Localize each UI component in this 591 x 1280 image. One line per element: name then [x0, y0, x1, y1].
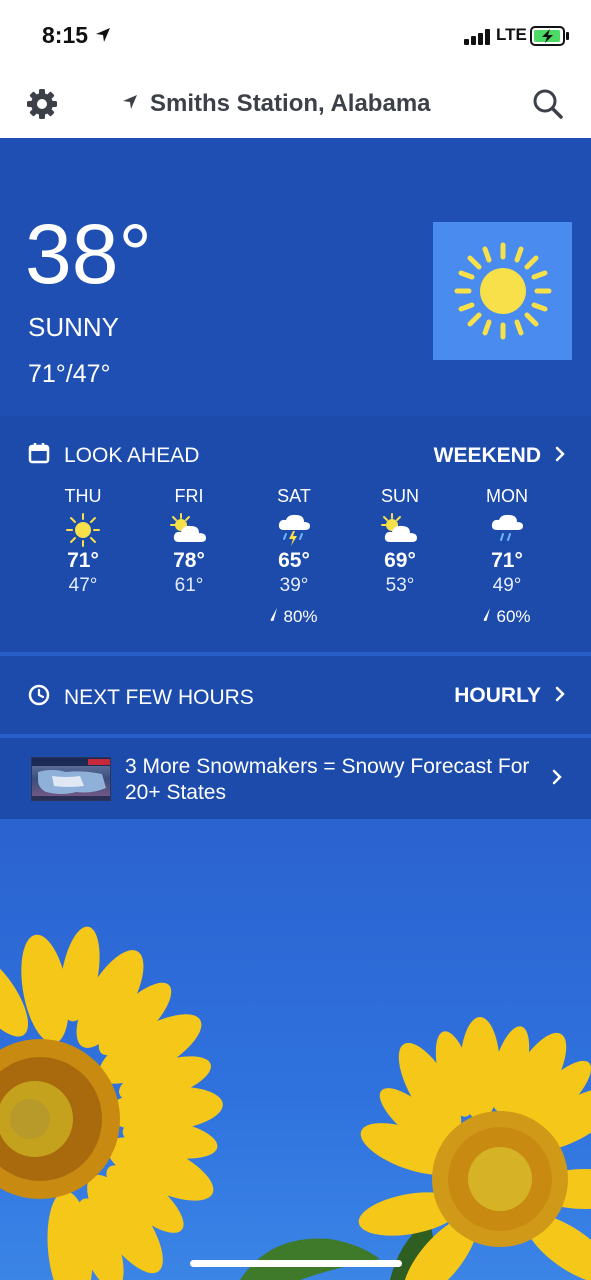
day-low: 53° — [385, 575, 415, 596]
status-bar: 8:15 LTE — [0, 0, 591, 72]
day-high: 69° — [384, 549, 416, 572]
next-few-hours-row[interactable]: NEXT FEW HOURS HOURLY — [0, 656, 591, 734]
battery-charging-icon — [530, 26, 570, 51]
news-story-row[interactable]: 3 More Snowmakers = Snowy Forecast For 2… — [0, 738, 591, 819]
day-low: 39° — [279, 575, 309, 596]
day-name: THU — [64, 486, 102, 506]
forecast-day[interactable]: MON 71° 49° 60% — [457, 486, 557, 627]
today-high-low: 71°/47° — [28, 360, 111, 388]
day-high: 71° — [67, 549, 99, 572]
precipitation-chance: 60% — [457, 607, 557, 627]
search-icon[interactable] — [532, 88, 564, 125]
settings-gear-icon[interactable] — [26, 88, 58, 125]
look-ahead-title: LOOK AHEAD — [64, 443, 200, 467]
look-ahead-panel: LOOK AHEAD WEEKEND THU 71° 47° FRI 78° 6… — [0, 416, 591, 652]
day-name: SUN — [380, 486, 419, 506]
next-hours-title: NEXT FEW HOURS — [64, 685, 254, 709]
weekend-link[interactable]: WEEKEND — [434, 444, 565, 468]
day-high: 65° — [278, 549, 310, 572]
news-headline: 3 More Snowmakers = Snowy Forecast For 2… — [125, 755, 530, 804]
day-high: 78° — [173, 549, 205, 572]
forecast-day[interactable]: THU 71° 47° — [33, 486, 133, 597]
current-condition: SUNNY — [28, 312, 120, 342]
raindrop-icon — [270, 607, 278, 627]
day-name: SAT — [277, 486, 311, 506]
raindrop-icon — [483, 607, 491, 627]
weekend-link-label: WEEKEND — [433, 444, 541, 467]
partly-cloudy-icon — [350, 511, 450, 549]
chevron-right-icon — [552, 769, 562, 790]
hourly-link[interactable]: HOURLY — [454, 684, 565, 708]
thunderstorm-icon — [244, 511, 344, 549]
precipitation-chance: 80% — [244, 607, 344, 627]
day-low: 47° — [68, 575, 98, 596]
forecast-day[interactable]: SAT 65° 39° 80% — [244, 486, 344, 627]
location-selector[interactable]: Smiths Station, Alabama — [122, 90, 431, 118]
sunflowers-illustration — [0, 926, 591, 1280]
hourly-link-label: HOURLY — [454, 684, 541, 707]
day-name: FRI — [174, 486, 204, 506]
next-hours-header: NEXT FEW HOURS — [28, 684, 254, 711]
background-image — [0, 819, 591, 1280]
forecast-day[interactable]: SUN 69° 53° — [350, 486, 450, 597]
cellular-signal-icon — [464, 29, 492, 50]
chevron-right-icon — [555, 446, 565, 467]
sunny-icon — [433, 222, 572, 360]
forecast-day[interactable]: FRI 78° 61° — [139, 486, 239, 597]
location-services-icon — [95, 27, 111, 48]
day-high: 71° — [491, 549, 523, 572]
location-name: Smiths Station, Alabama — [150, 90, 431, 117]
day-low: 49° — [492, 575, 522, 596]
day-low: 61° — [174, 575, 204, 596]
home-indicator[interactable] — [190, 1260, 402, 1267]
rain-icon — [457, 511, 557, 549]
sunny-icon — [33, 511, 133, 549]
day-name: MON — [486, 486, 528, 506]
network-type: LTE — [496, 25, 527, 44]
current-conditions[interactable]: 38° SUNNY 71°/47° — [0, 138, 591, 416]
news-thumbnail — [31, 757, 111, 801]
location-arrow-icon — [122, 94, 138, 115]
chevron-right-icon — [555, 686, 565, 707]
precipitation-value: 60% — [496, 607, 531, 626]
calendar-icon — [28, 442, 50, 469]
look-ahead-header: LOOK AHEAD — [28, 442, 199, 469]
precipitation-value: 80% — [283, 607, 318, 626]
clock-icon — [28, 684, 50, 711]
partly-cloudy-icon — [139, 511, 239, 549]
app-header: Smiths Station, Alabama — [0, 72, 591, 138]
current-temperature: 38° — [25, 207, 153, 301]
status-time: 8:15 — [42, 22, 89, 48]
